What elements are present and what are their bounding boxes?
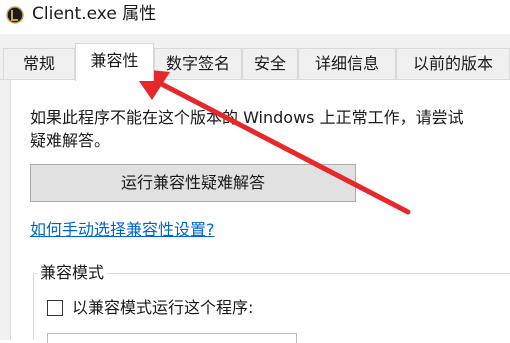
os-version-dropdown[interactable] <box>47 333 297 343</box>
league-client-icon <box>6 6 24 24</box>
tab-security[interactable]: 安全 <box>242 48 298 80</box>
tab-digital-signatures[interactable]: 数字签名 <box>154 48 242 80</box>
tab-general[interactable]: 常规 <box>3 48 75 80</box>
title-bar: Client.exe 属性 <box>0 0 510 34</box>
tab-details[interactable]: 详细信息 <box>298 48 396 80</box>
description-line-1: 如果此程序不能在这个版本的 Windows 上正常工作，请尝试 <box>30 108 464 127</box>
compatibility-mode-checkbox[interactable] <box>47 300 63 316</box>
tab-previous-versions[interactable]: 以前的版本 <box>396 48 510 80</box>
tab-strip: 常规 兼容性 数字签名 安全 详细信息 以前的版本 <box>0 34 510 81</box>
compatibility-mode-label: 兼容模式 <box>37 262 108 284</box>
compatibility-description: 如果此程序不能在这个版本的 Windows 上正常工作，请尝试 疑难解答。 <box>30 106 510 152</box>
description-line-2: 疑难解答。 <box>30 131 111 150</box>
manual-settings-link[interactable]: 如何手动选择兼容性设置? <box>30 219 215 241</box>
tab-compatibility[interactable]: 兼容性 <box>75 43 154 81</box>
compatibility-mode-checkbox-label[interactable]: 以兼容模式运行这个程序: <box>72 297 253 319</box>
window-title: Client.exe 属性 <box>32 4 157 24</box>
run-troubleshooter-button[interactable]: 运行兼容性疑难解答 <box>30 164 356 202</box>
